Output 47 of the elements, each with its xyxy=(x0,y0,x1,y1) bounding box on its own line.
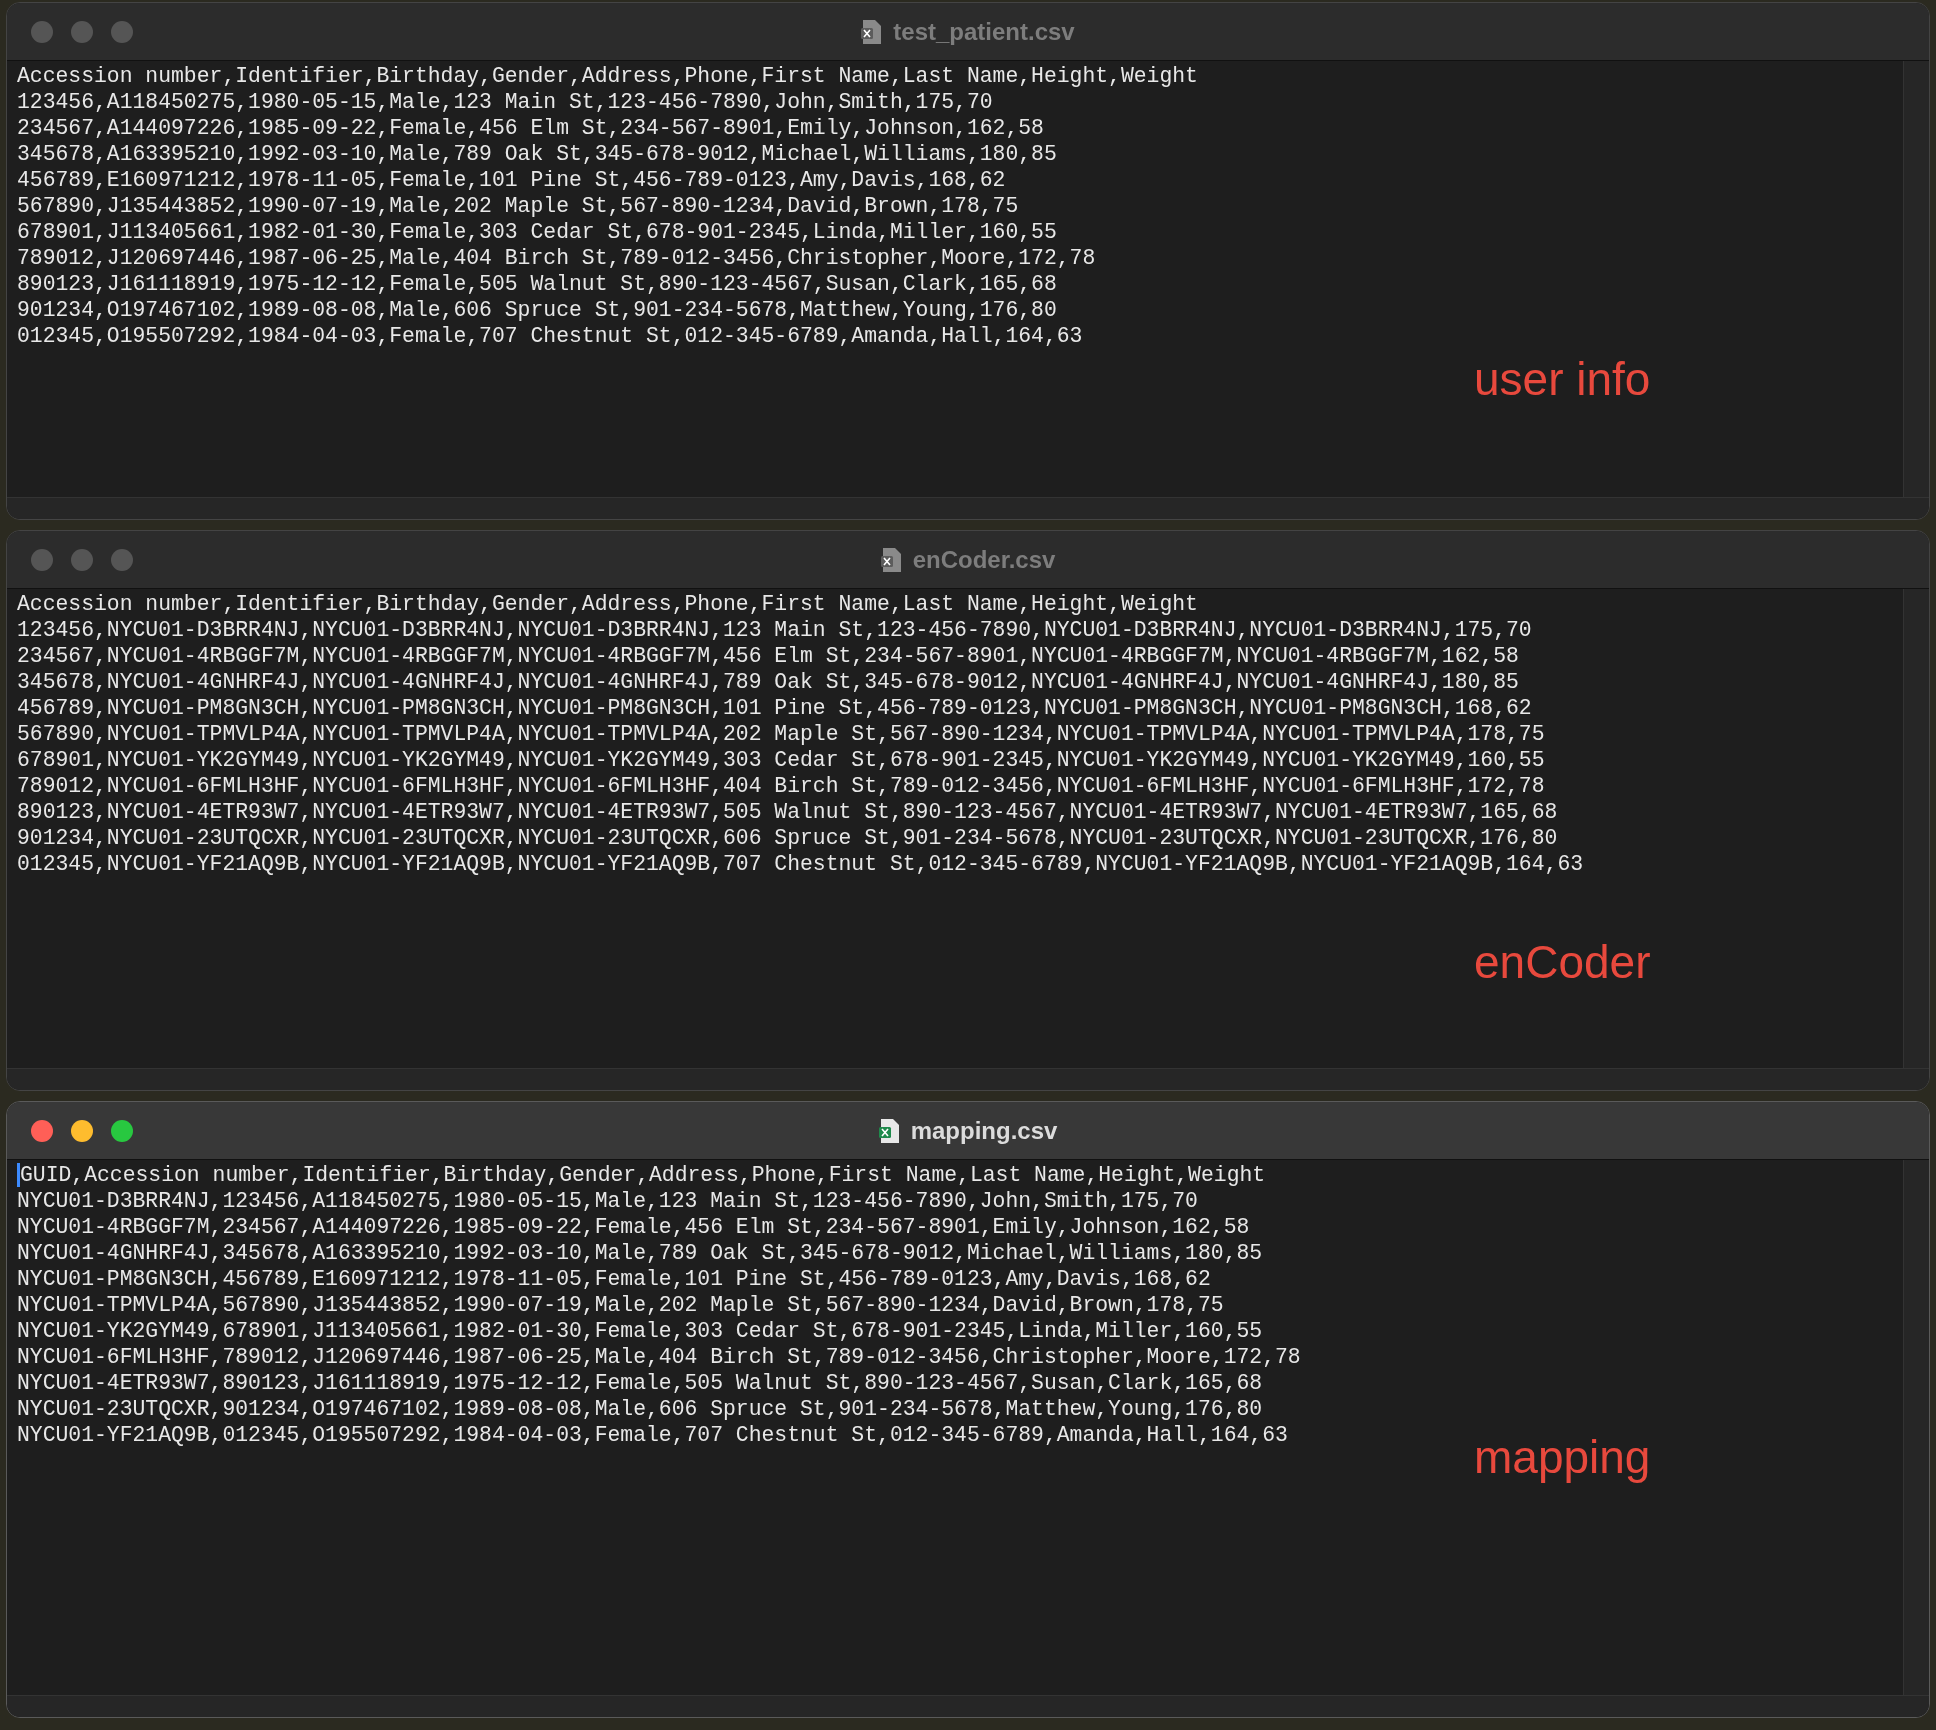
csv-line: NYCU01-YF21AQ9B,012345,O195507292,1984-04-03,Female,707 Chestnut St,012-345-6789,Amanda,Hall,164,63 xyxy=(17,1422,1288,1448)
csv-line: 123456,NYCU01-D3BRR4NJ,NYCU01-D3BRR4NJ,NYCU01-D3BRR4NJ,123 Main St,123-456-7890,NYCU01-D3BRR4NJ,NYCU01-D3BRR4NJ,175,70 xyxy=(17,617,1532,643)
csv-line: 234567,NYCU01-4RBGGF7M,NYCU01-4RBGGF7M,NYCU01-4RBGGF7M,456 Elm St,234-567-8901,NYCU01-4RBGGF7M,NYCU01-4RBGGF7M,162,58 xyxy=(17,643,1519,669)
csv-line: NYCU01-6FMLH3HF,789012,J120697446,1987-06-25,Male,404 Birch St,789-012-3456,Christopher,Moore,172,78 xyxy=(17,1344,1301,1370)
csv-line: 901234,O197467102,1989-08-08,Male,606 Spruce St,901-234-5678,Matthew,Young,176,80 xyxy=(17,297,1057,323)
csv-line: 901234,NYCU01-23UTQCXR,NYCU01-23UTQCXR,NYCU01-23UTQCXR,606 Spruce St,901-234-5678,NYCU01-23UTQCXR,NYCU01-23UTQCXR,176,80 xyxy=(17,825,1558,851)
csv-line: NYCU01-PM8GN3CH,456789,E160971212,1978-11-05,Female,101 Pine St,456-789-0123,Amy,Davis,168,62 xyxy=(17,1266,1211,1292)
spreadsheet-file-icon xyxy=(880,546,903,573)
csv-line: 234567,A144097226,1985-09-22,Female,456 Elm St,234-567-8901,Emily,Johnson,162,58 xyxy=(17,115,1044,141)
window-title: mapping.csv xyxy=(910,1115,1058,1146)
window-title: enCoder.csv xyxy=(912,544,1056,575)
csv-line: 456789,E160971212,1978-11-05,Female,101 Pine St,456-789-0123,Amy,Davis,168,62 xyxy=(17,167,1006,193)
csv-line: 456789,NYCU01-PM8GN3CH,NYCU01-PM8GN3CH,NYCU01-PM8GN3CH,101 Pine St,456-789-0123,NYCU01-PM8GN3CH,NYCU01-PM8GN3CH,168,62 xyxy=(17,695,1532,721)
csv-line: 789012,NYCU01-6FMLH3HF,NYCU01-6FMLH3HF,NYCU01-6FMLH3HF,404 Birch St,789-012-3456,NYCU01-6FMLH3HF,NYCU01-6FMLH3HF,172,78 xyxy=(17,773,1545,799)
csv-line: NYCU01-TPMVLP4A,567890,J135443852,1990-07-19,Male,202 Maple St,567-890-1234,David,Brown,178,75 xyxy=(17,1292,1224,1318)
window-title: test_patient.csv xyxy=(893,16,1075,47)
csv-line: GUID,Accession number,Identifier,Birthday,Gender,Address,Phone,First Name,Last Name,Height,Weight xyxy=(20,1162,1266,1188)
close-button[interactable] xyxy=(31,548,53,571)
csv-line: 567890,J135443852,1990-07-19,Male,202 Maple St,567-890-1234,David,Brown,178,75 xyxy=(17,193,1019,219)
spreadsheet-file-icon xyxy=(878,1117,901,1144)
csv-line: NYCU01-23UTQCXR,901234,O197467102,1989-08-08,Male,606 Spruce St,901-234-5678,Matthew,Young,176,80 xyxy=(17,1396,1263,1422)
zoom-button[interactable] xyxy=(111,1119,133,1142)
csv-line: NYCU01-4GNHRF4J,345678,A163395210,1992-03-10,Male,789 Oak St,345-678-9012,Michael,Williams,180,85 xyxy=(17,1240,1263,1266)
csv-line: NYCU01-YK2GYM49,678901,J113405661,1982-01-30,Female,303 Cedar St,678-901-2345,Linda,Miller,160,55 xyxy=(17,1318,1263,1344)
close-button[interactable] xyxy=(31,20,53,43)
csv-line: 345678,NYCU01-4GNHRF4J,NYCU01-4GNHRF4J,NYCU01-4GNHRF4J,789 Oak St,345-678-9012,NYCU01-4GNHRF4J,NYCU01-4GNHRF4J,180,85 xyxy=(17,669,1519,695)
csv-line: NYCU01-D3BRR4NJ,123456,A118450275,1980-05-15,Male,123 Main St,123-456-7890,John,Smith,175,70 xyxy=(17,1188,1198,1214)
csv-line: 890123,NYCU01-4ETR93W7,NYCU01-4ETR93W7,NYCU01-4ETR93W7,505 Walnut St,890-123-4567,NYCU01-4ETR93W7,NYCU01-4ETR93W7,165,68 xyxy=(17,799,1558,825)
csv-line: 123456,A118450275,1980-05-15,Male,123 Main St,123-456-7890,John,Smith,175,70 xyxy=(17,89,993,115)
close-button[interactable] xyxy=(31,1119,53,1142)
csv-line: 012345,NYCU01-YF21AQ9B,NYCU01-YF21AQ9B,NYCU01-YF21AQ9B,707 Chestnut St,012-345-6789,NYCU01-YF21AQ9B,NYCU01-YF21AQ9B,164,63 xyxy=(17,851,1584,877)
csv-line: Accession number,Identifier,Birthday,Gender,Address,Phone,First Name,Last Name,Height,Weight xyxy=(17,63,1198,89)
csv-line: 678901,J113405661,1982-01-30,Female,303 Cedar St,678-901-2345,Linda,Miller,160,55 xyxy=(17,219,1057,245)
csv-line: 345678,A163395210,1992-03-10,Male,789 Oak St,345-678-9012,Michael,Williams,180,85 xyxy=(17,141,1057,167)
csv-line: 678901,NYCU01-YK2GYM49,NYCU01-YK2GYM49,NYCU01-YK2GYM49,303 Cedar St,678-901-2345,NYCU01-YK2GYM49,NYCU01-YK2GYM49,160,55 xyxy=(17,747,1545,773)
annotation-label: enCoder xyxy=(1474,935,1651,990)
annotation-label: user info xyxy=(1474,352,1651,407)
minimize-button[interactable] xyxy=(71,1119,93,1142)
annotation-label: mapping xyxy=(1474,1430,1651,1485)
spreadsheet-file-icon xyxy=(861,18,884,45)
csv-line: NYCU01-4RBGGF7M,234567,A144097226,1985-09-22,Female,456 Elm St,234-567-8901,Emily,Johnson,162,58 xyxy=(17,1214,1250,1240)
csv-line: 789012,J120697446,1987-06-25,Male,404 Birch St,789-012-3456,Christopher,Moore,172,78 xyxy=(17,245,1096,271)
csv-line: 890123,J161118919,1975-12-12,Female,505 Walnut St,890-123-4567,Susan,Clark,165,68 xyxy=(17,271,1057,297)
csv-line: NYCU01-4ETR93W7,890123,J161118919,1975-12-12,Female,505 Walnut St,890-123-4567,Susan,Clark,165,68 xyxy=(17,1370,1263,1396)
csv-line: 012345,O195507292,1984-04-03,Female,707 Chestnut St,012-345-6789,Amanda,Hall,164,63 xyxy=(17,323,1083,349)
csv-line: Accession number,Identifier,Birthday,Gender,Address,Phone,First Name,Last Name,Height,Weight xyxy=(17,591,1198,617)
csv-line: 567890,NYCU01-TPMVLP4A,NYCU01-TPMVLP4A,NYCU01-TPMVLP4A,202 Maple St,567-890-1234,NYCU01-TPMVLP4A,NYCU01-TPMVLP4A,178,75 xyxy=(17,721,1545,747)
